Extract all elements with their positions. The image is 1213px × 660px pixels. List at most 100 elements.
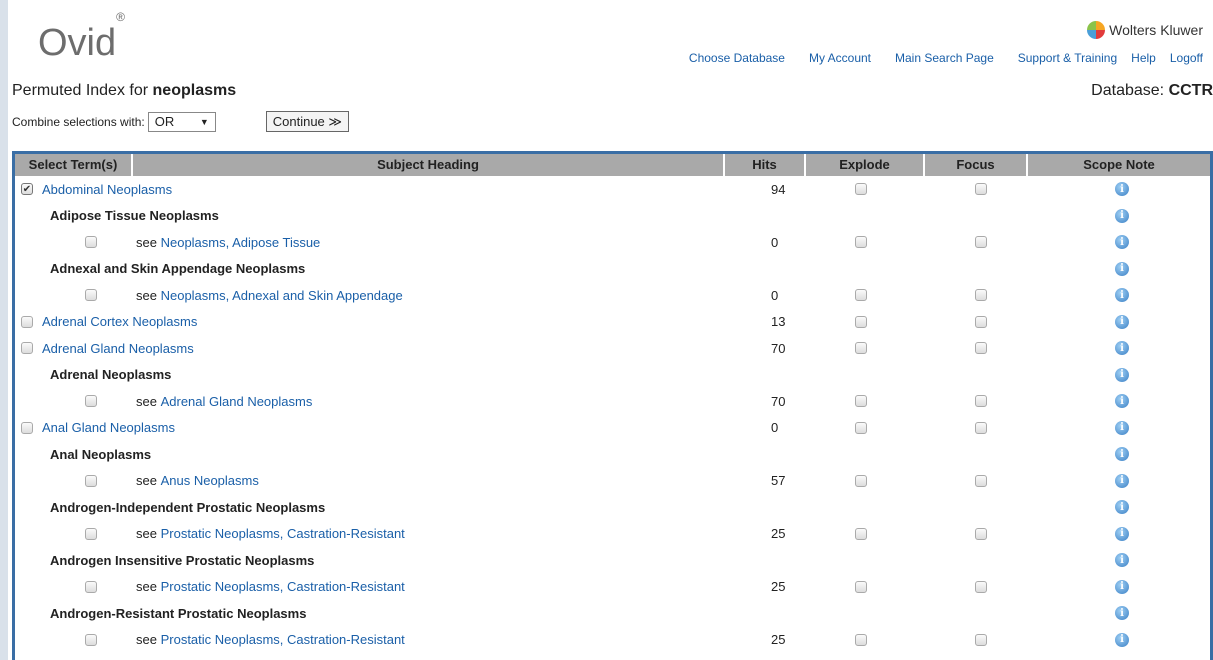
combine-select[interactable]: OR ▼ xyxy=(147,111,216,132)
brand-text: Wolters Kluwer xyxy=(1109,22,1203,38)
subject-cell: Adipose Tissue Neoplasms xyxy=(50,203,219,230)
info-icon[interactable]: i xyxy=(1115,500,1129,515)
continue-button[interactable]: Continue ≫ xyxy=(265,111,349,132)
info-icon[interactable]: i xyxy=(1115,420,1129,435)
table-row: see Prostatic Neoplasms, Castration-Resi… xyxy=(15,521,1210,548)
focus-checkbox[interactable] xyxy=(975,236,987,249)
focus-checkbox[interactable] xyxy=(975,289,987,302)
focus-checkbox[interactable] xyxy=(975,395,987,408)
scope-cell: i xyxy=(1115,494,1129,521)
info-icon[interactable]: i xyxy=(1115,606,1129,621)
see-term-link[interactable]: Prostatic Neoplasms, Castration-Resistan… xyxy=(161,526,405,541)
select-term-checkbox[interactable] xyxy=(85,580,97,593)
select-term-checkbox[interactable] xyxy=(85,289,97,302)
see-label: see xyxy=(136,632,157,648)
focus-cell xyxy=(975,574,987,601)
info-icon[interactable]: i xyxy=(1115,632,1129,647)
select-term-checkbox[interactable]: ✔ xyxy=(21,183,33,196)
subject-term-link[interactable]: Anal Gland Neoplasms xyxy=(42,420,175,435)
select-term-checkbox[interactable] xyxy=(85,395,97,408)
nav-help[interactable]: Help xyxy=(1131,51,1156,65)
select-term-checkbox[interactable] xyxy=(21,315,33,328)
explode-checkbox[interactable] xyxy=(855,183,867,196)
info-icon[interactable]: i xyxy=(1115,473,1129,488)
explode-checkbox[interactable] xyxy=(855,580,867,593)
wolters-kluwer-brand[interactable]: Wolters Kluwer xyxy=(1087,21,1203,39)
hits-value: 94 xyxy=(771,181,786,197)
explode-checkbox[interactable] xyxy=(855,395,867,408)
explode-checkbox[interactable] xyxy=(855,315,867,328)
see-term-link[interactable]: Adrenal Gland Neoplasms xyxy=(161,394,313,409)
see-term-link[interactable]: Prostatic Neoplasms, Castration-Resistan… xyxy=(161,632,405,647)
explode-cell xyxy=(855,521,867,548)
select-cell xyxy=(21,309,33,336)
focus-checkbox[interactable] xyxy=(975,183,987,196)
database-label: Database: xyxy=(1091,82,1165,99)
explode-cell xyxy=(855,574,867,601)
nav-my-account[interactable]: My Account xyxy=(809,51,871,65)
heading-text: Androgen-Resistant Prostatic Neoplasms xyxy=(50,605,307,621)
explode-checkbox[interactable] xyxy=(855,289,867,302)
info-icon[interactable]: i xyxy=(1115,182,1129,197)
focus-checkbox[interactable] xyxy=(975,342,987,355)
scope-cell: i xyxy=(1115,388,1129,415)
select-term-checkbox[interactable] xyxy=(85,474,97,487)
explode-checkbox[interactable] xyxy=(855,421,867,434)
info-icon[interactable]: i xyxy=(1115,314,1129,329)
info-icon[interactable]: i xyxy=(1115,288,1129,303)
explode-checkbox[interactable] xyxy=(855,633,867,646)
subject-term-link[interactable]: Adrenal Gland Neoplasms xyxy=(42,341,194,356)
focus-checkbox[interactable] xyxy=(975,474,987,487)
info-icon[interactable]: i xyxy=(1115,394,1129,409)
see-term-link[interactable]: Prostatic Neoplasms, Castration-Resistan… xyxy=(161,579,405,594)
focus-checkbox[interactable] xyxy=(975,421,987,434)
focus-checkbox[interactable] xyxy=(975,633,987,646)
header: Ovid® Wolters Kluwer Choose Database My … xyxy=(8,0,1213,78)
focus-cell xyxy=(975,176,987,203)
ovid-logo[interactable]: Ovid® xyxy=(38,10,125,65)
explode-checkbox[interactable] xyxy=(855,342,867,355)
see-label: see xyxy=(136,473,157,489)
select-cell xyxy=(21,415,33,442)
info-icon[interactable]: i xyxy=(1115,553,1129,568)
see-term-link[interactable]: Anus Neoplasms xyxy=(161,473,259,488)
focus-checkbox[interactable] xyxy=(975,580,987,593)
top-nav: Choose Database My Account Main Search P… xyxy=(665,51,1203,65)
see-term-link[interactable]: Neoplasms, Adipose Tissue xyxy=(161,235,321,250)
nav-logoff[interactable]: Logoff xyxy=(1170,51,1203,65)
scope-cell: i xyxy=(1115,574,1129,601)
info-icon[interactable]: i xyxy=(1115,341,1129,356)
info-icon[interactable]: i xyxy=(1115,367,1129,382)
select-term-checkbox[interactable] xyxy=(85,236,97,249)
hits-value: 0 xyxy=(771,420,779,436)
explode-checkbox[interactable] xyxy=(855,474,867,487)
select-term-checkbox[interactable] xyxy=(21,342,33,355)
nav-main-search-page[interactable]: Main Search Page xyxy=(895,51,994,65)
hits-cell: 13 xyxy=(771,309,785,336)
info-icon[interactable]: i xyxy=(1115,235,1129,250)
nav-choose-database[interactable]: Choose Database xyxy=(689,51,785,65)
focus-checkbox[interactable] xyxy=(975,315,987,328)
select-term-checkbox[interactable] xyxy=(85,633,97,646)
hits-value: 25 xyxy=(771,526,786,542)
info-icon[interactable]: i xyxy=(1115,208,1129,223)
subject-cell: see Adrenal Gland Neoplasms xyxy=(136,388,312,415)
info-icon[interactable]: i xyxy=(1115,526,1129,541)
subject-cell: see Neoplasms, Adnexal and Skin Appendag… xyxy=(136,282,403,309)
focus-cell xyxy=(975,468,987,495)
info-icon[interactable]: i xyxy=(1115,261,1129,276)
nav-support-training[interactable]: Support & Training xyxy=(1018,51,1117,65)
explode-checkbox[interactable] xyxy=(855,236,867,249)
select-term-checkbox[interactable] xyxy=(85,527,97,540)
focus-checkbox[interactable] xyxy=(975,527,987,540)
explode-checkbox[interactable] xyxy=(855,527,867,540)
select-term-checkbox[interactable] xyxy=(21,421,33,434)
info-icon[interactable]: i xyxy=(1115,447,1129,462)
see-label: see xyxy=(136,234,157,250)
table-row: ✔ Abdominal Neoplasms 94 i xyxy=(15,176,1210,203)
subject-term-link[interactable]: Abdominal Neoplasms xyxy=(42,182,172,197)
subject-term-link[interactable]: Adrenal Cortex Neoplasms xyxy=(42,314,197,329)
focus-cell xyxy=(975,335,987,362)
info-icon[interactable]: i xyxy=(1115,579,1129,594)
see-term-link[interactable]: Neoplasms, Adnexal and Skin Appendage xyxy=(161,288,403,303)
